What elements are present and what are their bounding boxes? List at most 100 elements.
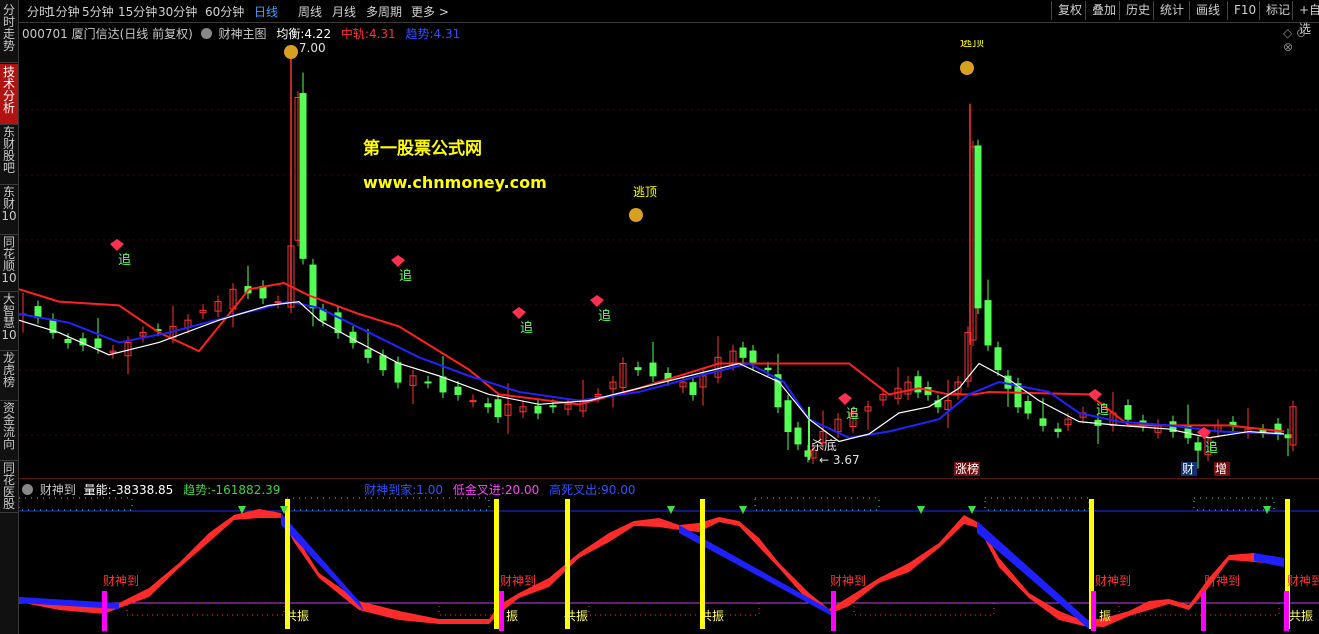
period-tab-4[interactable]: 30分钟	[158, 3, 197, 20]
period-toolbar: 分时 1分钟 5分钟 15分钟 30分钟 60分钟 日线 周线 月线 多周期 更多 > 复权 叠加 历史…	[0, 0, 1319, 36]
candle-body-34	[494, 399, 502, 418]
sidebar-item-6[interactable]: 龙虎榜	[0, 350, 18, 401]
candlestick-chart[interactable]: ← 7.00← 3.67杀底逃顶逃顶追追追追追 追追第一股票公式网www.chnm…	[19, 40, 1319, 476]
period-tab-3[interactable]: 15分钟	[118, 3, 157, 20]
resonance-label-3: 共振	[1289, 609, 1313, 623]
chase-label-5: 追	[1096, 402, 1109, 418]
god-arrive-label-2: 财神到	[830, 574, 866, 588]
candle-body-52	[739, 347, 747, 358]
indicator-subchart[interactable]: 财神到 财神到 财神到 财神到 财神到 财神到共振 共振 共振 共振 振 振	[19, 493, 1319, 634]
god-arrive-label-4: 财神到	[1204, 574, 1240, 588]
candle-body-56	[784, 400, 792, 433]
bottom-signal-bar-2	[588, 602, 760, 616]
escape-top-label: 逃顶	[633, 185, 657, 199]
toolbar-button-1[interactable]: 叠加	[1085, 1, 1116, 20]
period-tab-2[interactable]: 5分钟	[82, 3, 114, 20]
badge-zeng: 增	[1215, 462, 1227, 476]
chase-diamond-icon-0	[110, 239, 124, 251]
top-signal-bar-2	[754, 497, 880, 511]
energy-band-blue-3	[1254, 553, 1284, 567]
sidebar-item-2[interactable]: 东财股吧	[0, 124, 18, 185]
sidebar-item-4[interactable]: 同花顺10	[0, 234, 18, 292]
magenta-signal-line-4	[1201, 591, 1206, 631]
low-price-label: ← 3.67	[819, 453, 860, 467]
period-tab-7[interactable]: 周线	[298, 3, 322, 20]
chase-label-0: 追	[118, 252, 131, 268]
candle-body-45	[649, 362, 657, 377]
toolbar-button-4[interactable]: 画线	[1189, 1, 1220, 20]
mid-label: 中轨:	[340, 27, 369, 41]
sidebar-item-1[interactable]: 技术分析	[0, 64, 18, 125]
resonance-label-1: 共振	[564, 609, 588, 623]
candle-body-97	[1274, 423, 1282, 435]
down-arrow-icon-5	[968, 506, 976, 514]
money-bag-icon-0	[284, 45, 298, 59]
top-signal-bar-1	[286, 497, 490, 511]
period-tab-9[interactable]: 多周期	[366, 3, 402, 20]
trend-label: 趋势:	[405, 27, 434, 41]
god-arrive-label-5: 财神到	[1287, 574, 1319, 588]
candle-body-21	[309, 264, 317, 309]
chase-label-3: 追	[598, 308, 611, 324]
chase-label-4: 追	[846, 406, 859, 422]
toolbar-button-3[interactable]: 统计	[1153, 1, 1184, 20]
sidebar-item-7[interactable]: 资金流向	[0, 400, 18, 461]
candle-body-20	[299, 93, 307, 259]
toolbar-button-0[interactable]: 复权	[1051, 1, 1082, 20]
energy-band-blue-0	[281, 513, 364, 611]
candle-body-26	[379, 355, 387, 371]
period-tab-8[interactable]: 月线	[332, 3, 356, 20]
sidebar-item-3[interactable]: 东财10	[0, 184, 18, 235]
period-tab-1[interactable]: 1分钟	[48, 3, 80, 20]
period-tab-10[interactable]: 更多 >	[411, 3, 449, 20]
bottom-signal-bar-0	[126, 602, 285, 616]
toolbar-button-7[interactable]: +自选	[1292, 1, 1319, 36]
top-signal-bar-4	[1193, 497, 1275, 511]
candle-body-44	[634, 367, 642, 371]
candle-body-3	[64, 338, 72, 343]
avg-label: 均衡:	[276, 27, 305, 41]
resonance-label-2: 共振	[700, 609, 724, 623]
god-arrive-label-0: 财神到	[103, 574, 139, 588]
money-bag-icon-2	[960, 61, 974, 75]
candle-body-33	[484, 403, 492, 408]
candle-body-31	[454, 386, 462, 395]
resonance-label-0: 共振	[285, 609, 309, 623]
magenta-signal-line-0	[102, 591, 107, 631]
candle-body-38	[549, 405, 557, 408]
candle-body-30	[439, 376, 447, 393]
badge-limit: 涨榜	[955, 461, 979, 476]
down-arrow-icon-4	[917, 506, 925, 514]
watermark-url: www.chnmoney.com	[363, 173, 547, 192]
toolbar-button-2[interactable]: 历史	[1119, 1, 1150, 20]
period-tab-5[interactable]: 60分钟	[205, 3, 244, 20]
chase-label-2: 追	[520, 320, 533, 336]
indicator-settings-icon[interactable]	[200, 28, 212, 39]
main-indicator-name: 财神主图	[218, 27, 267, 41]
left-sidebar: 分时走势 技术分析 东财股吧 东财10 同花顺10 大智慧10 龙虎榜 资金流向 同花医股	[0, 0, 19, 634]
candle-body-48	[689, 382, 697, 395]
down-arrow-icon-2	[667, 506, 675, 514]
zhen-label-1: 振	[1099, 609, 1111, 623]
sidebar-item-0[interactable]: 分时走势	[0, 2, 18, 63]
magenta-signal-line-3	[1091, 591, 1096, 631]
chase-diamond-icon-5	[1088, 389, 1102, 401]
top-signal-bar-3	[984, 497, 1090, 511]
candle-body-57	[794, 427, 802, 445]
down-arrow-icon-3	[739, 506, 747, 514]
candle-body-96	[1259, 429, 1267, 433]
candle-body-76	[994, 347, 1002, 371]
sidebar-item-5[interactable]: 大智慧10	[0, 291, 18, 351]
kill-bottom-label: 杀底	[811, 438, 837, 454]
toolbar-button-6[interactable]: 标记	[1259, 1, 1290, 20]
candle-body-32	[469, 400, 477, 403]
candle-body-54	[764, 367, 772, 371]
magenta-signal-line-1	[499, 591, 504, 631]
candle-body-29	[424, 381, 432, 384]
period-tab-6[interactable]: 日线	[254, 3, 278, 20]
toolbar-button-5[interactable]: F10	[1227, 1, 1256, 20]
sidebar-item-8[interactable]: 同花医股	[0, 460, 18, 513]
bottom-signal-bar-3	[853, 602, 995, 616]
top-signal-bar-0	[19, 497, 133, 511]
energy-band-blue-2	[977, 521, 1089, 629]
